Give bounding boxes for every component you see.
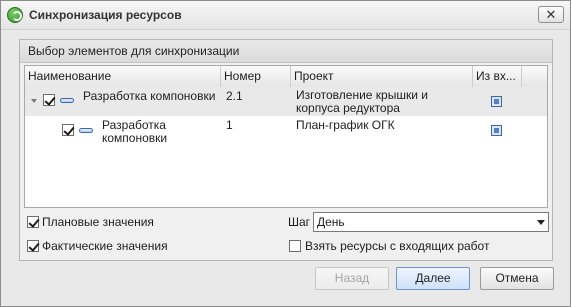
table-row[interactable]: Разработка компоновки 2.1 Изготовление к…	[25, 87, 547, 116]
planned-values-label: Плановые значения	[42, 215, 154, 229]
row-name: Разработка компоновки	[83, 89, 216, 103]
chevron-down-icon[interactable]	[537, 220, 545, 225]
back-button[interactable]: Назад	[315, 267, 389, 290]
row-project: План-график ОГК	[296, 118, 395, 132]
row-checkbox[interactable]	[62, 124, 74, 136]
column-header-project[interactable]: Проект	[291, 66, 473, 87]
row-number: 2.1	[226, 89, 243, 103]
window-title: Синхронизация ресурсов	[29, 8, 182, 22]
close-button[interactable]: ✕	[538, 6, 564, 23]
row-number: 1	[226, 118, 233, 132]
row-project: Изготовление крышки и корпуса редуктора	[296, 88, 428, 115]
step-select[interactable]: День	[313, 212, 549, 232]
task-icon	[79, 128, 93, 133]
table-row[interactable]: Разработка компоновки 1 План-график ОГК	[25, 116, 547, 146]
title-bar[interactable]: Синхронизация ресурсов ✕	[1, 1, 570, 30]
column-header-filler	[522, 66, 547, 87]
sync-resources-dialog: Синхронизация ресурсов ✕ Выбор элементов…	[0, 0, 571, 307]
row-name: Разработка компоновки	[102, 118, 168, 145]
elements-grid: Наименование Номер Проект Из вх... Разра…	[24, 65, 548, 208]
row-checkbox[interactable]	[43, 94, 55, 106]
step-label: Шаг	[288, 215, 311, 229]
planned-values-checkbox[interactable]	[27, 216, 39, 228]
collapse-arrow-icon[interactable]	[31, 99, 37, 103]
step-select-value: День	[317, 215, 345, 229]
task-icon	[60, 98, 74, 103]
from-incoming-icon[interactable]	[491, 96, 502, 107]
sync-app-icon	[7, 7, 23, 23]
column-header-name[interactable]: Наименование	[25, 66, 221, 87]
column-header-from-incoming[interactable]: Из вх...	[473, 66, 522, 87]
take-resources-checkbox[interactable]	[289, 240, 301, 252]
actual-values-label: Фактические значения	[42, 239, 168, 253]
actual-values-checkbox[interactable]	[27, 240, 39, 252]
from-incoming-icon[interactable]	[491, 125, 502, 136]
group-title: Выбор элементов для синхронизации	[28, 44, 240, 58]
grid-header: Наименование Номер Проект Из вх...	[25, 66, 547, 88]
next-button[interactable]: Далее	[396, 267, 470, 290]
group-header: Выбор элементов для синхронизации	[20, 40, 552, 63]
column-header-number[interactable]: Номер	[221, 66, 291, 87]
cancel-button[interactable]: Отмена	[480, 267, 554, 290]
take-resources-label: Взять ресурсы с входящих работ	[305, 239, 490, 253]
